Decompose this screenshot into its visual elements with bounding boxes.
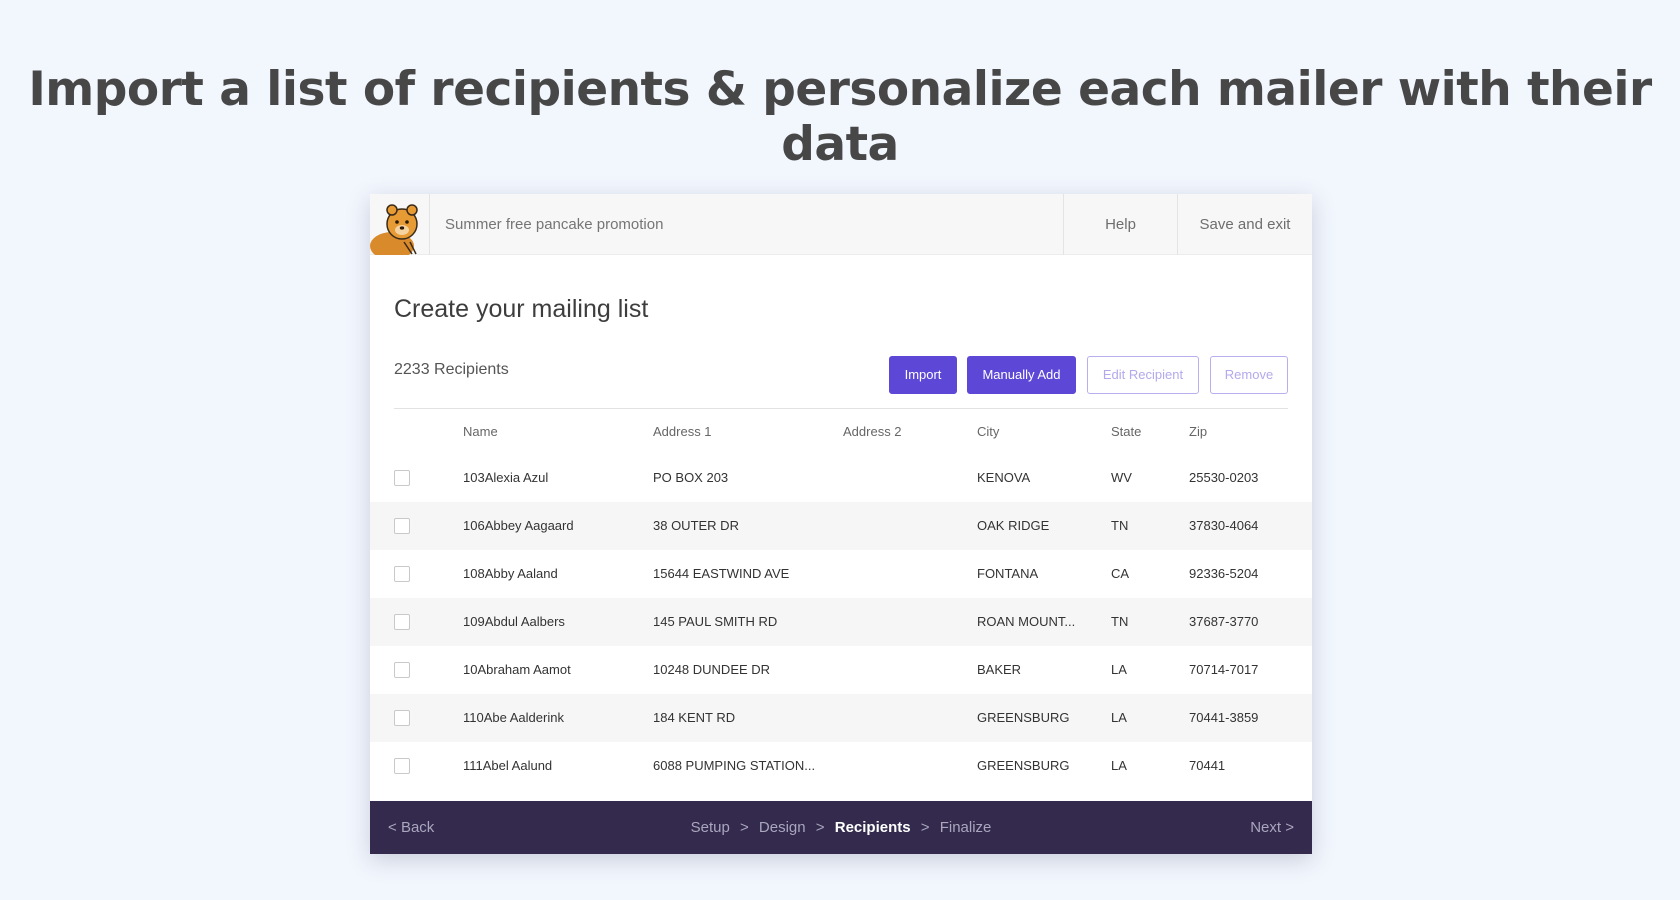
- wizard-steps: Setup > Design > Recipients > Finalize: [370, 819, 1312, 836]
- column-header-name[interactable]: Name: [463, 424, 498, 439]
- cell-address1: PO BOX 203: [653, 470, 729, 485]
- cell-address1: 38 OUTER DR: [653, 518, 739, 533]
- cell-zip: 92336-5204: [1189, 566, 1259, 581]
- table-row[interactable]: 111Abel Aalund 6088 PUMPING STATION... G…: [370, 742, 1312, 790]
- checkbox-icon[interactable]: [394, 710, 410, 726]
- app-window: Summer free pancake promotion Help Save …: [370, 194, 1312, 854]
- column-header-address1[interactable]: Address 1: [653, 424, 712, 439]
- cell-name: 106Abbey Aagaard: [463, 518, 574, 533]
- checkbox-icon[interactable]: [394, 662, 410, 678]
- cell-city: GREENSBURG: [977, 710, 1070, 725]
- save-exit-link[interactable]: Save and exit: [1177, 194, 1312, 255]
- edit-recipient-button[interactable]: Edit Recipient: [1087, 356, 1199, 394]
- step-design[interactable]: Design: [759, 819, 806, 836]
- page-headline: Import a list of recipients & personaliz…: [28, 62, 1652, 172]
- cell-state: TN: [1111, 614, 1129, 629]
- cell-address1: 145 PAUL SMITH RD: [653, 614, 778, 629]
- step-setup[interactable]: Setup: [691, 819, 730, 836]
- cell-state: WV: [1111, 470, 1132, 485]
- cell-address1: 6088 PUMPING STATION...: [653, 758, 816, 773]
- bear-mascot-icon[interactable]: [370, 194, 430, 255]
- cell-city: OAK RIDGE: [977, 518, 1050, 533]
- column-header-state[interactable]: State: [1111, 424, 1141, 439]
- cell-state: LA: [1111, 710, 1127, 725]
- cell-city: ROAN MOUNT...: [977, 614, 1076, 629]
- page-title: Create your mailing list: [394, 295, 649, 323]
- column-header-city[interactable]: City: [977, 424, 999, 439]
- checkbox-icon[interactable]: [394, 614, 410, 630]
- import-button[interactable]: Import: [889, 356, 957, 394]
- cell-name: 109Abdul Aalbers: [463, 614, 565, 629]
- step-separator-icon: >: [920, 819, 930, 836]
- table-row[interactable]: 108Abby Aaland 15644 EASTWIND AVE FONTAN…: [370, 550, 1312, 598]
- cell-address1: 15644 EASTWIND AVE: [653, 566, 790, 581]
- remove-button[interactable]: Remove: [1210, 356, 1288, 394]
- cell-city: FONTANA: [977, 566, 1039, 581]
- step-finalize[interactable]: Finalize: [940, 819, 992, 836]
- table-row[interactable]: 103Alexia Azul PO BOX 203 KENOVA WV 2553…: [370, 454, 1312, 502]
- table-header: Name Address 1 Address 2 City State Zip: [370, 409, 1312, 454]
- cell-name: 111Abel Aalund: [463, 758, 553, 773]
- wizard-footer: < Back Setup > Design > Recipients > Fin…: [370, 801, 1312, 854]
- manually-add-button[interactable]: Manually Add: [967, 356, 1076, 394]
- table-row[interactable]: 110Abe Aalderink 184 KENT RD GREENSBURG …: [370, 694, 1312, 742]
- cell-city: GREENSBURG: [977, 758, 1070, 773]
- step-recipients[interactable]: Recipients: [835, 819, 911, 836]
- cell-city: KENOVA: [977, 470, 1031, 485]
- cell-city: BAKER: [977, 662, 1022, 677]
- cell-zip: 70714-7017: [1189, 662, 1259, 677]
- cell-zip: 37687-3770: [1189, 614, 1259, 629]
- cell-state: TN: [1111, 518, 1129, 533]
- table-row[interactable]: 109Abdul Aalbers 145 PAUL SMITH RD ROAN …: [370, 598, 1312, 646]
- checkbox-icon[interactable]: [394, 518, 410, 534]
- cell-name: 108Abby Aaland: [463, 566, 558, 581]
- cell-name: 103Alexia Azul: [463, 470, 549, 485]
- step-separator-icon: >: [815, 819, 825, 836]
- cell-state: LA: [1111, 758, 1127, 773]
- cell-zip: 70441-3859: [1189, 710, 1259, 725]
- recipient-count: 2233 Recipients: [394, 361, 509, 378]
- cell-name: 10Abraham Aamot: [463, 662, 571, 677]
- help-link[interactable]: Help: [1063, 194, 1177, 255]
- cell-zip: 25530-0203: [1189, 470, 1259, 485]
- next-button[interactable]: Next >: [1250, 819, 1294, 836]
- campaign-title: Summer free pancake promotion: [445, 216, 664, 233]
- column-header-address2[interactable]: Address 2: [843, 424, 902, 439]
- table-row[interactable]: 10Abraham Aamot 10248 DUNDEE DR BAKER LA…: [370, 646, 1312, 694]
- cell-name: 110Abe Aalderink: [463, 710, 564, 725]
- checkbox-icon[interactable]: [394, 566, 410, 582]
- checkbox-icon[interactable]: [394, 470, 410, 486]
- cell-address1: 184 KENT RD: [653, 710, 736, 725]
- top-bar: Summer free pancake promotion Help Save …: [370, 194, 1312, 255]
- cell-zip: 37830-4064: [1189, 518, 1259, 533]
- cell-state: CA: [1111, 566, 1130, 581]
- column-header-zip[interactable]: Zip: [1189, 424, 1207, 439]
- next-label: Next: [1250, 819, 1282, 836]
- cell-zip: 70441: [1189, 758, 1226, 773]
- checkbox-icon[interactable]: [394, 758, 410, 774]
- recipients-table: Name Address 1 Address 2 City State Zip …: [370, 409, 1312, 790]
- cell-state: LA: [1111, 662, 1127, 677]
- cell-address1: 10248 DUNDEE DR: [653, 662, 771, 677]
- chevron-right-icon: >: [1285, 819, 1294, 836]
- table-row[interactable]: 106Abbey Aagaard 38 OUTER DR OAK RIDGE T…: [370, 502, 1312, 550]
- step-separator-icon: >: [739, 819, 749, 836]
